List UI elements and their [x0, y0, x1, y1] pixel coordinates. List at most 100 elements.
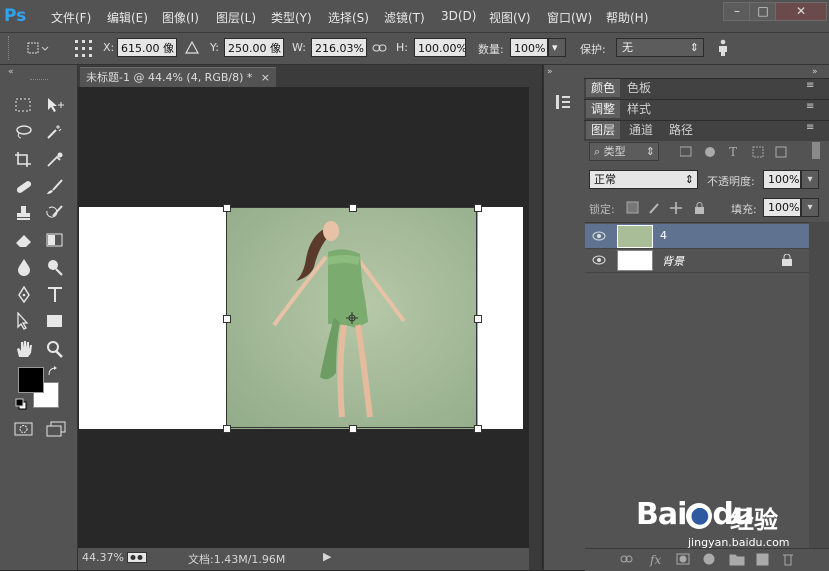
eraser-tool-icon[interactable] [14, 232, 34, 248]
protect-select[interactable]: 无 ⇕ [616, 38, 704, 57]
brush-tool-icon[interactable] [45, 179, 65, 195]
height-field[interactable]: 100.00% [414, 38, 466, 57]
foreground-color-swatch-front[interactable] [18, 367, 44, 393]
collapse-panels-icon[interactable]: » [812, 67, 818, 77]
fill-dropdown-button[interactable]: ▾ [801, 198, 819, 217]
opacity-dropdown-button[interactable]: ▾ [801, 170, 819, 189]
eyedropper-tool-icon[interactable] [45, 151, 65, 167]
hand-tool-icon[interactable] [14, 340, 34, 358]
default-colors-icon[interactable] [15, 398, 27, 410]
tab-color[interactable]: 颜色 [586, 79, 621, 97]
reference-point-icon[interactable] [73, 38, 95, 58]
magic-wand-tool-icon[interactable] [45, 124, 65, 140]
transform-handle[interactable] [474, 204, 482, 212]
x-field[interactable]: 615.00 像 [117, 38, 177, 57]
menu-view[interactable]: 视图(V) [489, 9, 531, 26]
screen-mode-icon[interactable] [45, 421, 67, 437]
close-tab-icon[interactable]: × [261, 68, 270, 88]
collapse-tools-icon[interactable]: « [8, 67, 14, 77]
fill-field[interactable]: 100% [763, 198, 801, 217]
transform-tool-icon[interactable] [24, 40, 54, 56]
gradient-tool-icon[interactable] [45, 232, 65, 248]
transform-handle[interactable] [474, 315, 482, 323]
y-label: Y: [210, 41, 219, 54]
layer-thumbnail[interactable] [617, 250, 653, 271]
clone-stamp-tool-icon[interactable] [14, 205, 34, 221]
chevron-updown-icon: ⇕ [684, 173, 694, 186]
crop-tool-icon[interactable] [14, 151, 34, 167]
transform-handle[interactable] [223, 315, 231, 323]
tab-swatches[interactable]: 色板 [622, 79, 656, 97]
visibility-eye-icon[interactable] [592, 255, 606, 265]
pen-tool-icon[interactable] [14, 286, 34, 304]
menu-image[interactable]: 图像(I) [162, 9, 199, 26]
vertical-scrollbar[interactable] [529, 87, 542, 570]
zoom-tool-icon[interactable] [45, 340, 65, 358]
transform-handle[interactable] [349, 425, 357, 433]
visibility-eye-icon[interactable] [592, 231, 606, 241]
dodge-tool-icon[interactable] [45, 258, 65, 276]
layer-name[interactable]: 背景 [662, 253, 684, 269]
lasso-tool-icon[interactable] [14, 124, 34, 140]
menu-filter[interactable]: 滤镜(T) [384, 9, 425, 26]
layer-filter-select[interactable]: ⌕ 类型 ⇕ [589, 142, 659, 161]
menu-3d[interactable]: 3D(D) [441, 9, 476, 23]
tab-adjustments[interactable]: 调整 [586, 100, 621, 118]
width-field[interactable]: 216.03% [311, 38, 367, 57]
tab-styles[interactable]: 样式 [622, 100, 656, 118]
opacity-field[interactable]: 100% [763, 170, 801, 189]
path-selection-tool-icon[interactable] [14, 312, 34, 330]
panel-menu-icon[interactable]: ≡ [806, 122, 814, 133]
count-field[interactable]: 100% [510, 38, 548, 57]
document-tab[interactable]: 未标题-1 @ 44.4% (4, RGB/8) * × [80, 67, 276, 87]
status-menu-arrow-icon[interactable]: ▶ [323, 550, 331, 563]
layers-scrollbar[interactable] [809, 222, 829, 548]
menu-select[interactable]: 选择(S) [328, 9, 369, 26]
rect-marquee-tool-icon[interactable] [14, 97, 32, 113]
transform-handle[interactable] [349, 204, 357, 212]
menu-file[interactable]: 文件(F) [51, 9, 91, 26]
expand-dock-icon[interactable]: » [547, 67, 553, 77]
delta-icon[interactable] [185, 41, 199, 54]
h-label: H: [396, 41, 408, 54]
menu-help[interactable]: 帮助(H) [606, 9, 648, 26]
menu-edit[interactable]: 编辑(E) [107, 9, 148, 26]
transform-handle[interactable] [474, 425, 482, 433]
blur-tool-icon[interactable] [14, 258, 34, 276]
swap-colors-icon[interactable] [47, 366, 59, 378]
transform-center-icon[interactable] [346, 312, 358, 324]
restore-button[interactable]: □ [749, 2, 777, 21]
layers-footer-icons[interactable]: fx [620, 551, 800, 567]
transform-handle[interactable] [223, 204, 231, 212]
rectangle-tool-icon[interactable] [45, 312, 65, 330]
move-tool-icon[interactable] [45, 97, 65, 113]
menu-layer[interactable]: 图层(L) [216, 9, 256, 26]
menu-type[interactable]: 类型(Y) [271, 9, 312, 26]
link-icon[interactable] [372, 42, 388, 54]
tab-channels[interactable]: 通道 [624, 121, 658, 139]
y-field[interactable]: 250.00 像 [224, 38, 284, 57]
lock-icons[interactable] [626, 201, 706, 215]
status-preview-icon[interactable] [127, 552, 147, 563]
menu-window[interactable]: 窗口(W) [547, 9, 592, 26]
chevron-updown-icon: ⇕ [689, 41, 699, 54]
healing-brush-tool-icon[interactable] [14, 179, 34, 195]
history-panel-icon[interactable] [554, 93, 572, 111]
quick-mask-icon[interactable] [14, 421, 34, 437]
tab-layers[interactable]: 图层 [586, 121, 621, 139]
close-button[interactable]: ✕ [775, 2, 827, 21]
history-brush-tool-icon[interactable] [45, 205, 65, 221]
zoom-level[interactable]: 44.37% [82, 551, 124, 564]
layer-thumbnail[interactable] [617, 225, 653, 248]
layer-name[interactable]: 4 [660, 229, 667, 242]
tab-paths[interactable]: 路径 [664, 121, 698, 139]
type-tool-icon[interactable] [45, 286, 65, 304]
blend-mode-select[interactable]: 正常 ⇕ [589, 170, 698, 189]
panel-menu-icon[interactable]: ≡ [806, 80, 814, 91]
minimize-button[interactable]: – [723, 2, 751, 21]
transform-handle[interactable] [223, 425, 231, 433]
filter-toggle[interactable] [812, 142, 820, 159]
panel-menu-icon[interactable]: ≡ [806, 101, 814, 112]
count-dropdown-button[interactable]: ▾ [548, 38, 566, 57]
person-icon[interactable] [716, 39, 730, 57]
